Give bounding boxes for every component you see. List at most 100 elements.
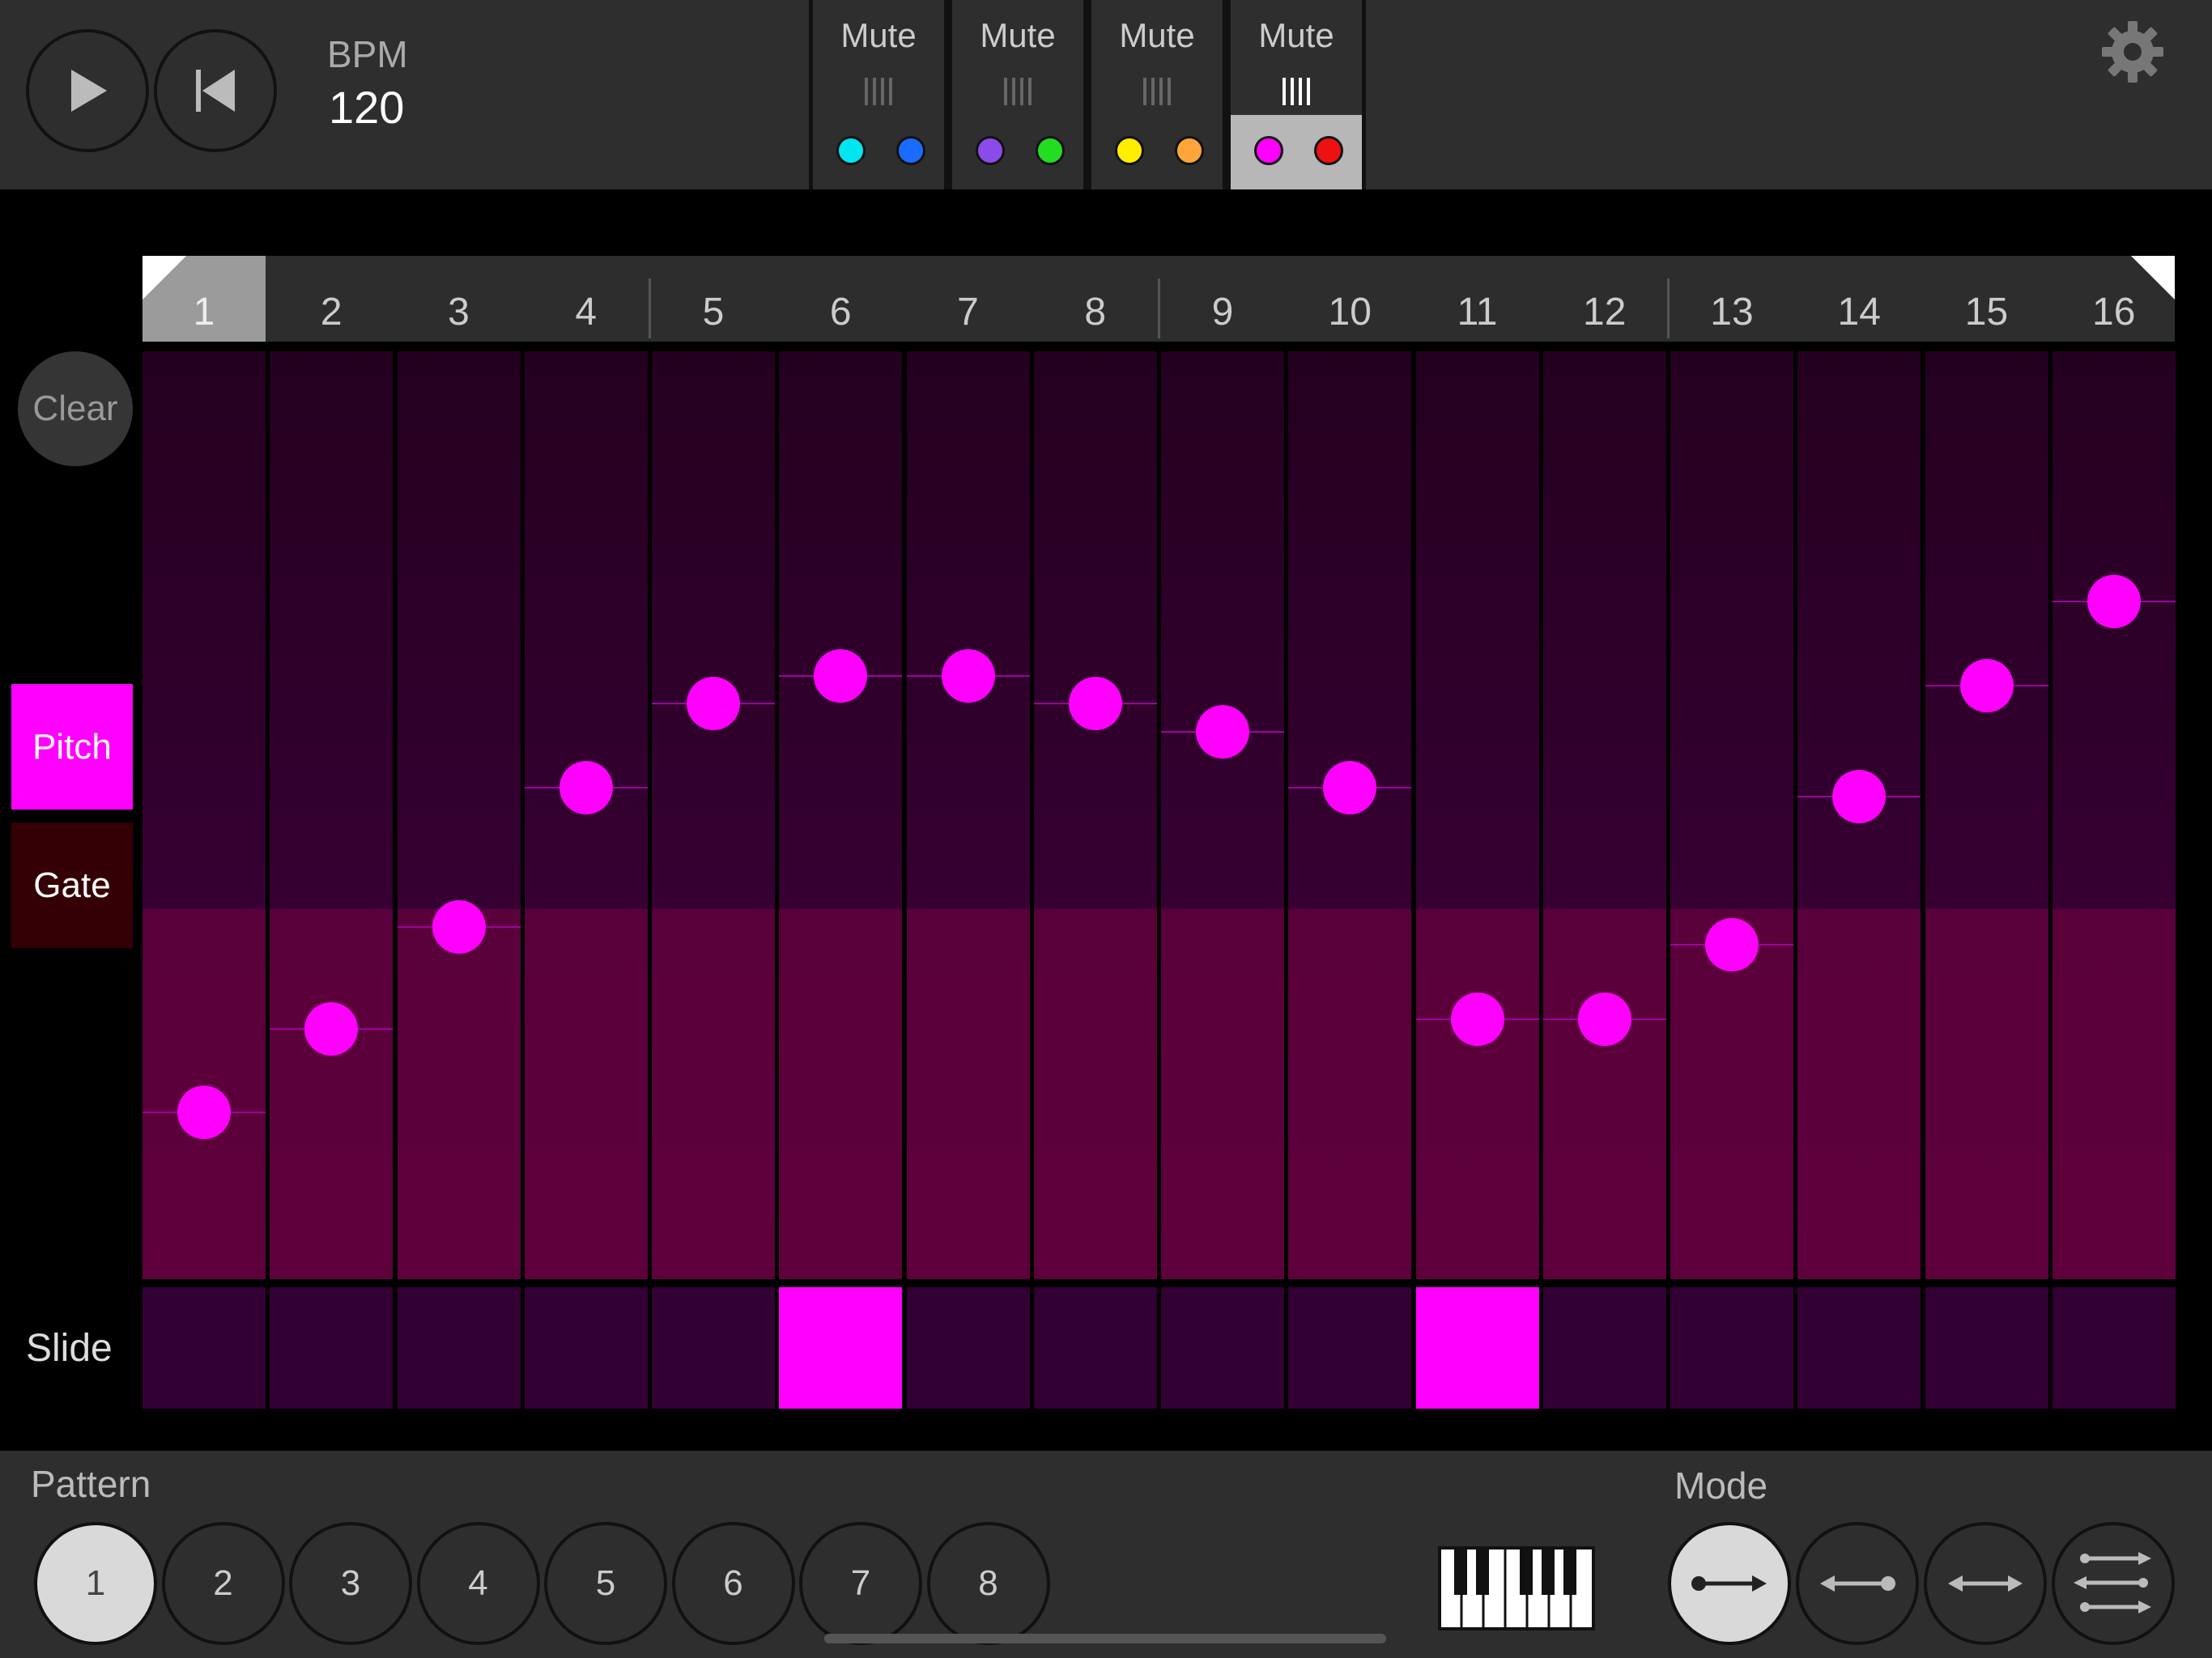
track-color-b[interactable] (1175, 136, 1204, 165)
pitch-note[interactable] (1832, 770, 1887, 824)
pattern-bars-icon (1231, 78, 1362, 109)
step-column[interactable] (1542, 351, 1666, 1279)
step-number: 10 (1328, 291, 1372, 334)
step-number: 6 (829, 291, 852, 334)
play-button[interactable] (26, 29, 149, 152)
shuffle-icon (2074, 1552, 2151, 1613)
step-column[interactable] (1033, 351, 1157, 1279)
slide-label: Slide (26, 1327, 113, 1370)
mode-pingpong-button[interactable] (1924, 1522, 2047, 1645)
step-column[interactable] (779, 351, 903, 1279)
slide-toggle[interactable] (2052, 1287, 2176, 1409)
slide-toggle[interactable] (906, 1287, 1030, 1409)
pitch-note[interactable] (1450, 993, 1504, 1047)
track-color-selector[interactable] (952, 115, 1083, 189)
step-number: 14 (1837, 291, 1881, 334)
bpm-value[interactable]: 120 (329, 81, 404, 134)
mode-forward-button[interactable] (1668, 1522, 1791, 1645)
step-column[interactable] (652, 351, 775, 1279)
pattern-button[interactable]: 8 (926, 1522, 1050, 1645)
pitch-note[interactable] (1577, 993, 1631, 1047)
pitch-note[interactable] (814, 649, 868, 704)
pitch-note[interactable] (304, 1001, 359, 1056)
pattern-button[interactable]: 4 (416, 1522, 540, 1645)
pitch-note[interactable] (2087, 575, 2141, 629)
step-number: 13 (1710, 291, 1754, 334)
rewind-button[interactable] (154, 29, 277, 152)
mute-button[interactable]: Mute (1091, 16, 1223, 55)
pitch-note[interactable] (1323, 760, 1377, 814)
step-number: 4 (575, 291, 598, 334)
pitch-note[interactable] (432, 899, 486, 954)
track-color-a[interactable] (1115, 136, 1144, 165)
mute-button[interactable]: Mute (813, 16, 944, 55)
mute-button[interactable]: Mute (952, 16, 1083, 55)
track-color-b[interactable] (1314, 136, 1343, 165)
pattern-button[interactable]: 2 (161, 1522, 285, 1645)
step-column[interactable] (1161, 351, 1284, 1279)
mute-button[interactable]: Mute (1231, 16, 1362, 55)
track-4[interactable]: Mute (1227, 0, 1366, 189)
pitch-tab[interactable]: Pitch (11, 684, 133, 810)
track-2[interactable]: Mute (948, 0, 1087, 189)
track-color-selector[interactable] (813, 115, 944, 189)
gate-tab[interactable]: Gate (11, 823, 133, 948)
slide-toggle[interactable] (1033, 1287, 1157, 1409)
step-column[interactable] (1415, 351, 1539, 1279)
step-column[interactable] (2052, 351, 2176, 1279)
step-column[interactable] (524, 351, 648, 1279)
pattern-button[interactable]: 6 (671, 1522, 795, 1645)
step-column[interactable] (1670, 351, 1793, 1279)
track-color-a[interactable] (976, 136, 1005, 165)
slide-toggle[interactable] (1925, 1287, 2048, 1409)
slide-toggle[interactable] (1542, 1287, 1666, 1409)
slide-toggle[interactable] (1797, 1287, 1921, 1409)
loop-start-marker[interactable] (143, 256, 186, 300)
pitch-note[interactable] (177, 1085, 231, 1139)
slide-toggle[interactable] (143, 1287, 266, 1409)
track-1[interactable]: Mute (809, 0, 948, 189)
step-column[interactable] (270, 351, 393, 1279)
pitch-note[interactable] (559, 760, 613, 814)
step-number: 8 (1084, 291, 1107, 334)
track-color-b[interactable] (896, 136, 925, 165)
track-color-a[interactable] (1254, 136, 1283, 165)
pitch-note[interactable] (687, 677, 740, 731)
clear-button[interactable]: Clear (18, 351, 133, 466)
loop-end-marker[interactable] (2131, 256, 2175, 300)
slide-toggle[interactable] (270, 1287, 393, 1409)
slide-toggle[interactable] (524, 1287, 648, 1409)
play-icon (71, 70, 107, 112)
track-3[interactable]: Mute (1087, 0, 1227, 189)
mode-random-button[interactable] (2052, 1522, 2175, 1645)
track-color-selector[interactable] (1091, 115, 1223, 189)
track-color-selector[interactable] (1231, 115, 1362, 189)
track-color-b[interactable] (1036, 136, 1065, 165)
step-column[interactable] (906, 351, 1030, 1279)
pattern-button[interactable]: 7 (799, 1522, 922, 1645)
pitch-note[interactable] (1705, 918, 1759, 972)
step-column[interactable] (1288, 351, 1412, 1279)
slide-toggle[interactable] (397, 1287, 521, 1409)
slide-toggle[interactable] (779, 1287, 903, 1409)
pattern-button[interactable]: 5 (544, 1522, 667, 1645)
track-color-a[interactable] (836, 136, 866, 165)
pitch-note[interactable] (1196, 704, 1249, 759)
mode-backward-button[interactable] (1796, 1522, 1919, 1645)
slide-toggle[interactable] (1670, 1287, 1793, 1409)
gear-icon[interactable] (2099, 18, 2167, 86)
pattern-button[interactable]: 3 (289, 1522, 412, 1645)
pitch-note[interactable] (1068, 677, 1122, 731)
pattern-button[interactable]: 1 (34, 1522, 157, 1645)
step-column[interactable] (143, 351, 266, 1279)
step-column[interactable] (1925, 351, 2048, 1279)
pitch-note[interactable] (1959, 658, 2014, 712)
step-column[interactable] (397, 351, 521, 1279)
pitch-note[interactable] (941, 649, 995, 704)
keyboard-icon[interactable] (1438, 1546, 1595, 1630)
slide-toggle[interactable] (1161, 1287, 1284, 1409)
slide-toggle[interactable] (652, 1287, 775, 1409)
slide-toggle[interactable] (1288, 1287, 1412, 1409)
slide-toggle[interactable] (1415, 1287, 1539, 1409)
step-number: 11 (1457, 291, 1498, 334)
